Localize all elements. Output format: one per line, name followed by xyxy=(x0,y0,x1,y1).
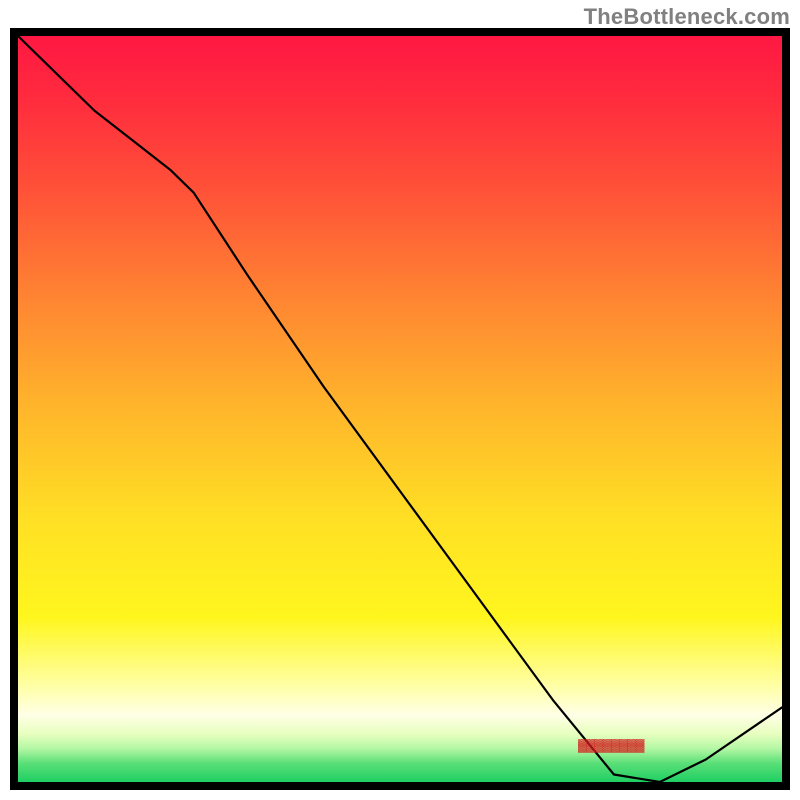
line-series xyxy=(18,36,782,782)
plot-frame: ▓▓▓▓▓▓▓▓ xyxy=(10,28,790,790)
chart-container: TheBottleneck.com ▓▓▓▓▓▓▓▓ xyxy=(0,0,800,800)
valley-label: ▓▓▓▓▓▓▓▓ xyxy=(578,738,644,752)
watermark-text: TheBottleneck.com xyxy=(584,4,790,30)
